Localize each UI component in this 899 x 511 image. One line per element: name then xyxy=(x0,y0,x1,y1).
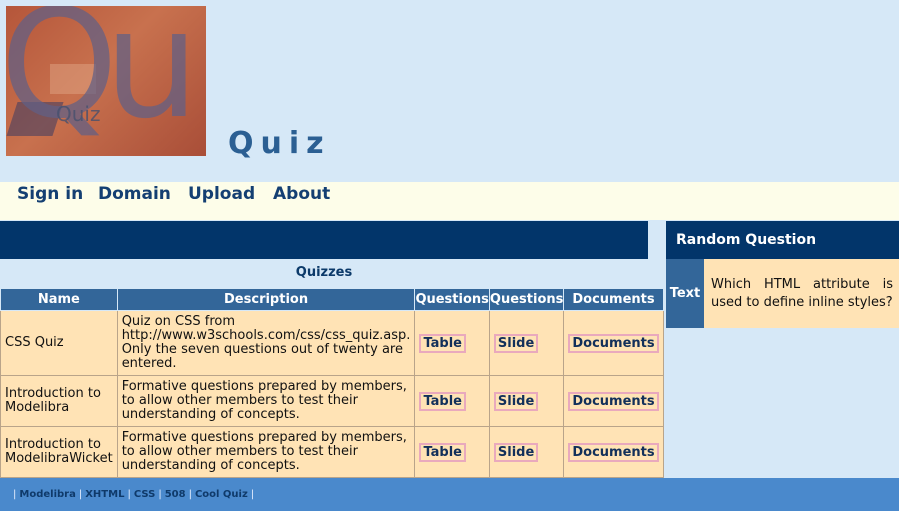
content-header-bar xyxy=(0,221,648,259)
footer-link-508[interactable]: 508 xyxy=(165,489,186,500)
footer-separator: | xyxy=(127,489,131,500)
quiz-table: Name Description Questions Questions Doc… xyxy=(0,288,664,478)
nav-domain[interactable]: Domain xyxy=(98,184,171,204)
table-header-row: Name Description Questions Questions Doc… xyxy=(0,288,664,311)
slide-button[interactable]: Slide xyxy=(493,391,539,411)
quiz-name: CSS Quiz xyxy=(0,310,118,376)
documents-button[interactable]: Documents xyxy=(568,391,659,411)
footer-link-cool-quiz[interactable]: Cool Quiz xyxy=(195,489,248,500)
random-question-text: Which HTML attribute is used to define i… xyxy=(704,259,899,328)
col-header-description: Description xyxy=(116,288,416,311)
quiz-name: Introduction to Modelibra xyxy=(0,375,118,427)
table-row: CSS Quiz Quiz on CSS from http://www.w3s… xyxy=(0,310,664,376)
table-button[interactable]: Table xyxy=(419,333,466,353)
nav-upload[interactable]: Upload xyxy=(188,184,255,204)
logo-text: Quiz xyxy=(56,102,101,126)
nav-about[interactable]: About xyxy=(273,184,330,204)
documents-button[interactable]: Documents xyxy=(568,333,659,353)
slide-button[interactable]: Slide xyxy=(493,333,539,353)
col-header-documents: Documents xyxy=(563,288,664,311)
main-nav: Sign in Domain Upload About xyxy=(0,182,899,220)
footer: | Modelibra | XHTML | CSS | 508 | Cool Quiz | xyxy=(0,478,899,511)
quiz-description: Quiz on CSS from http://www.w3schools.co… xyxy=(116,310,416,376)
footer-links: | Modelibra | XHTML | CSS | 508 | Cool Quiz | xyxy=(10,478,257,511)
footer-link-xhtml[interactable]: XHTML xyxy=(85,489,124,500)
footer-separator: | xyxy=(158,489,162,500)
site-title: Quiz xyxy=(228,126,331,161)
quiz-logo: Qu Quiz xyxy=(6,6,206,156)
footer-separator: | xyxy=(78,489,83,500)
table-row: Introduction to ModelibraWicket Formativ… xyxy=(0,426,664,478)
footer-separator: | xyxy=(188,489,192,500)
footer-link-modelibra[interactable]: Modelibra xyxy=(19,489,75,500)
nav-sign-in[interactable]: Sign in xyxy=(17,184,83,204)
col-header-questions-slide: Questions xyxy=(488,288,565,311)
quiz-description: Formative questions prepared by members,… xyxy=(116,426,416,478)
table-button[interactable]: Table xyxy=(419,442,466,462)
quiz-description: Formative questions prepared by members,… xyxy=(116,375,416,427)
question-type-label: Text xyxy=(666,259,704,328)
quizzes-heading: Quizzes xyxy=(295,265,353,280)
table-button[interactable]: Table xyxy=(419,391,466,411)
slide-button[interactable]: Slide xyxy=(493,442,539,462)
col-header-name: Name xyxy=(0,288,118,311)
quiz-name: Introduction to ModelibraWicket xyxy=(0,426,118,478)
random-question-title: Random Question xyxy=(666,221,899,259)
footer-separator: | xyxy=(13,489,17,500)
footer-separator: | xyxy=(250,489,255,500)
documents-button[interactable]: Documents xyxy=(568,442,659,462)
footer-link-css[interactable]: CSS xyxy=(134,489,155,500)
table-row: Introduction to Modelibra Formative ques… xyxy=(0,375,664,427)
col-header-questions-table: Questions xyxy=(414,288,490,311)
